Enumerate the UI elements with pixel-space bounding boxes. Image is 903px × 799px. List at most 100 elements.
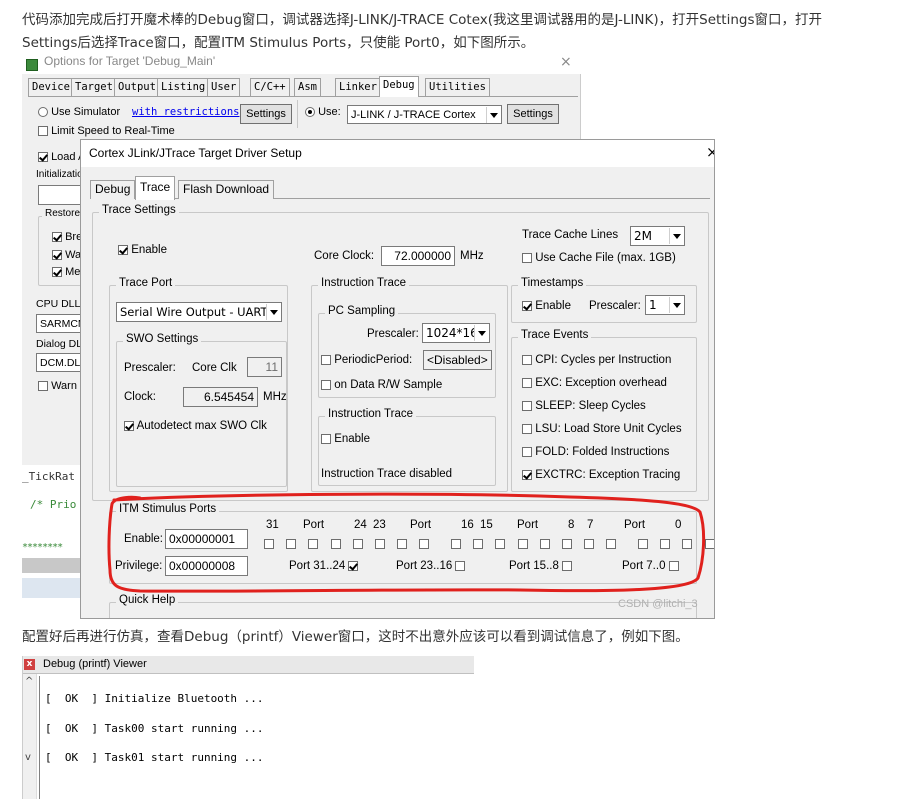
printf-viewer: x Debug (printf) Viewer ^ v [ OK ] Initi…	[22, 656, 474, 799]
use-debugger-radio[interactable]	[305, 107, 315, 118]
event-exctrc-option[interactable]: EXCTRC: Exception Tracing	[522, 469, 680, 481]
viewer-titlebar: x Debug (printf) Viewer	[23, 656, 474, 674]
event-cpi-option[interactable]: CPI: Cycles per Instruction	[522, 354, 671, 366]
chevron-down-icon	[266, 304, 280, 320]
event-fold-option[interactable]: FOLD: Folded Instructions	[522, 446, 669, 458]
options-close-icon[interactable]: ×	[560, 54, 572, 70]
limit-speed-checkbox[interactable]	[38, 126, 48, 137]
event-sleep-option[interactable]: SLEEP: Sleep Cycles	[522, 400, 646, 412]
swo-prescaler-field[interactable]: 11	[247, 357, 282, 377]
load-option[interactable]: Load A	[38, 151, 85, 163]
debugger-settings-button[interactable]: Settings	[507, 104, 559, 124]
ts-prescaler-select[interactable]: 1	[645, 295, 685, 315]
keil-app-icon	[26, 59, 38, 71]
simulator-settings-button[interactable]: Settings	[240, 104, 292, 124]
with-restrictions-link[interactable]: with restrictions	[132, 106, 239, 118]
restore-checkbox[interactable]	[52, 267, 62, 278]
highlight-path	[107, 492, 706, 593]
tab-cc[interactable]: C/C++	[250, 78, 290, 96]
cache-lines-select[interactable]: 2M	[630, 226, 685, 246]
tab-trace[interactable]: Trace	[135, 176, 176, 200]
viewer-close-icon[interactable]: x	[24, 659, 35, 670]
use-simulator-option[interactable]: Use Simulator	[38, 106, 120, 118]
event-exc-option[interactable]: EXC: Exception overhead	[522, 377, 667, 389]
tab-user[interactable]: User	[207, 78, 241, 96]
swo-prescaler-label: Prescaler:	[124, 362, 176, 374]
tab-listing[interactable]: Listing	[157, 78, 210, 96]
code-tick-line: _TickRat	[22, 470, 75, 483]
on-data-rw-option[interactable]: on Data R/W Sample	[321, 379, 442, 391]
scroll-down-icon[interactable]: v	[25, 752, 31, 763]
console-line: [ OK ] Task01 start running ...	[45, 751, 264, 764]
tab-device[interactable]: Device	[28, 78, 74, 96]
tab-debug-page[interactable]: Debug	[90, 180, 136, 199]
event-lsu-option[interactable]: LSU: Load Store Unit Cycles	[522, 423, 682, 435]
timestamps-checkbox[interactable]	[522, 300, 532, 311]
event-checkbox[interactable]	[522, 377, 532, 388]
event-checkbox[interactable]	[522, 423, 532, 434]
tab-output[interactable]: Output	[114, 78, 160, 96]
restore-memory-option[interactable]: Me	[52, 266, 80, 278]
trace-enable-option[interactable]: Enable	[118, 244, 167, 256]
jlink-title: Cortex JLink/JTrace Target Driver Setup	[89, 146, 302, 160]
trace-port-select[interactable]: Serial Wire Output - UART/N	[116, 302, 282, 322]
restore-checkbox[interactable]	[52, 250, 62, 261]
options-title: Options for Target 'Debug_Main'	[44, 54, 216, 68]
restore-breakpoints-option[interactable]: Bre	[52, 231, 82, 243]
dialog-dll-field[interactable]: DCM.DLL	[36, 353, 86, 372]
cpu-dll-field[interactable]: SARMCM	[36, 314, 86, 333]
core-clock-field[interactable]: 72.000000	[381, 246, 455, 266]
restore-watch-option[interactable]: Wa	[52, 249, 81, 261]
restore-checkbox[interactable]	[52, 232, 62, 243]
swo-clock-field[interactable]: 6.545454	[183, 387, 258, 407]
on-data-rw-checkbox[interactable]	[321, 379, 331, 390]
itrace-enable-option[interactable]: Enable	[321, 433, 370, 445]
periodic-checkbox[interactable]	[321, 354, 331, 365]
viewer-scrollbar[interactable]: ^ v	[23, 674, 37, 799]
use-cache-file-option[interactable]: Use Cache File (max. 1GB)	[522, 252, 676, 264]
close-icon[interactable]: ×	[706, 143, 714, 161]
itrace-enable-checkbox[interactable]	[321, 433, 331, 444]
periodic-field[interactable]: <Disabled>	[423, 350, 492, 370]
code-prio-line: /* Prio	[30, 498, 77, 511]
tab-asm[interactable]: Asm	[294, 78, 321, 96]
initialization-label: Initializatio	[36, 169, 83, 180]
tab-flash-download[interactable]: Flash Download	[178, 180, 275, 199]
code-scroll-track	[22, 578, 82, 598]
chevron-down-icon	[474, 325, 488, 341]
core-clock-unit: MHz	[460, 250, 484, 262]
red-highlight-outline	[107, 492, 706, 593]
event-checkbox[interactable]	[522, 354, 532, 365]
autodetect-checkbox[interactable]	[124, 420, 134, 431]
viewer-title: Debug (printf) Viewer	[43, 658, 147, 670]
use-simulator-radio[interactable]	[38, 107, 48, 118]
periodic-option[interactable]: PeriodicPeriod:	[321, 354, 412, 366]
swo-core-clk-label: Core Clk	[192, 362, 237, 374]
debugger-select[interactable]: J-LINK / J-TRACE Cortex	[347, 105, 502, 124]
pc-prescaler-select[interactable]: 1024*16	[422, 323, 490, 343]
tab-target[interactable]: Target	[71, 78, 117, 96]
event-checkbox[interactable]	[522, 446, 532, 457]
use-debugger-option[interactable]: Use:	[305, 106, 341, 118]
pc-prescaler-label: Prescaler:	[367, 328, 419, 340]
tab-debug[interactable]: Debug	[379, 76, 419, 97]
warn-checkbox[interactable]	[38, 381, 48, 392]
event-checkbox[interactable]	[522, 400, 532, 411]
console-line: [ OK ] Task00 start running ...	[45, 722, 264, 735]
scroll-up-icon[interactable]: ^	[25, 676, 33, 687]
code-editor-background	[22, 465, 82, 595]
limit-speed-option[interactable]: Limit Speed to Real-Time	[38, 125, 175, 137]
event-checkbox[interactable]	[522, 469, 532, 480]
code-scrollbar[interactable]	[22, 558, 82, 573]
tab-linker[interactable]: Linker	[335, 78, 381, 96]
warn-option[interactable]: Warn	[38, 380, 77, 392]
autodetect-swo-option[interactable]: Autodetect max SWO Clk	[124, 420, 267, 432]
console-line: [ OK ] Initialize Bluetooth ...	[45, 692, 264, 705]
jlink-titlebar: Cortex JLink/JTrace Target Driver Setup …	[81, 140, 714, 167]
load-checkbox[interactable]	[38, 152, 48, 163]
timestamps-enable-option[interactable]: Enable	[522, 300, 571, 312]
tab-utilities[interactable]: Utilities	[425, 78, 490, 96]
use-cache-file-checkbox[interactable]	[522, 252, 532, 263]
trace-enable-checkbox[interactable]	[118, 244, 128, 255]
swo-clock-unit: MHz	[263, 391, 287, 403]
